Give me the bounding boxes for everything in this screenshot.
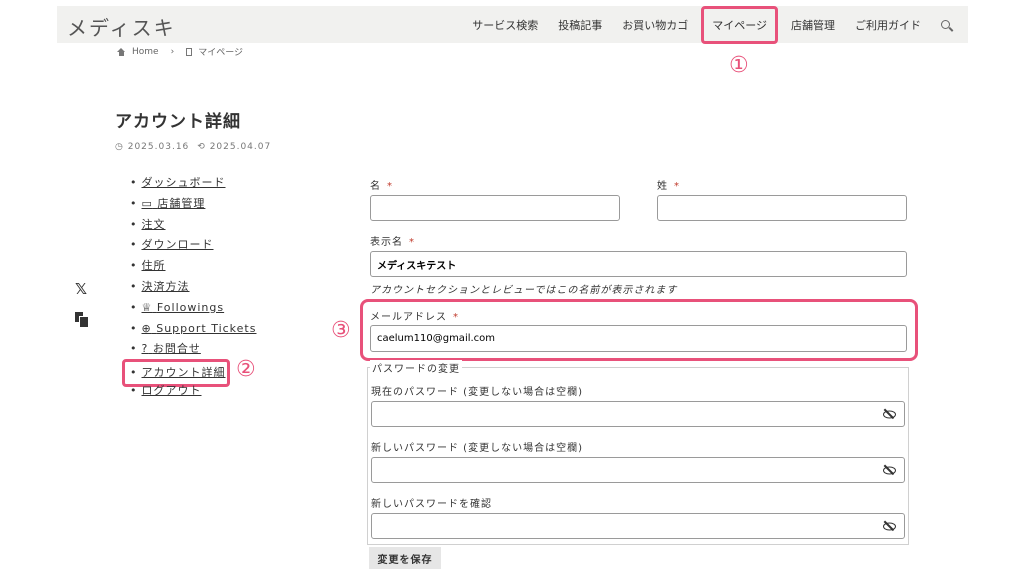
site-header: メディスキ サービス検索 投稿記事 お買い物カゴ マイページ 店舗管理 ご利用ガ… <box>57 5 968 44</box>
eye-slash-icon[interactable] <box>882 466 896 475</box>
confirm-password-input[interactable] <box>371 513 905 539</box>
nav-store-management[interactable]: 店舗管理 <box>781 17 845 33</box>
save-changes-button[interactable]: 変更を保存 <box>369 547 441 569</box>
eye-slash-icon[interactable] <box>882 522 896 531</box>
new-password-input[interactable] <box>371 457 905 483</box>
search-icon <box>941 19 950 29</box>
password-legend: パスワードの変更 <box>370 360 462 375</box>
store-icon: ▭ <box>141 196 153 210</box>
last-name-label: 姓 * <box>657 181 680 192</box>
menu-item-addresses[interactable]: • 住所 <box>130 258 256 279</box>
annotation-1: ① <box>729 53 749 78</box>
email-input[interactable]: caelum110@gmail.com <box>370 325 907 352</box>
menu-item-dashboard[interactable]: • ダッシュボード <box>130 175 256 196</box>
published-date: ◷ 2025.03.16 <box>115 142 190 152</box>
crown-icon: ♕ <box>141 300 153 314</box>
display-name-hint: アカウントセクションとレビューではこの名前が表示されます <box>370 285 678 296</box>
breadcrumb: Home › マイページ <box>117 45 243 58</box>
menu-item-orders[interactable]: • 注文 <box>130 217 256 238</box>
main-nav: サービス検索 投稿記事 お買い物カゴ マイページ 店舗管理 ご利用ガイド <box>462 5 968 44</box>
nav-cart[interactable]: お買い物カゴ <box>612 17 698 33</box>
menu-item-store-management[interactable]: • ▭ 店舗管理 <box>130 196 256 217</box>
menu-item-payment-methods[interactable]: • 決済方法 <box>130 279 256 300</box>
nav-posts[interactable]: 投稿記事 <box>548 17 612 33</box>
confirm-password-label: 新しいパスワードを確認 <box>371 499 492 510</box>
first-name-input[interactable] <box>370 195 620 221</box>
annotation-3: ③ <box>331 318 351 343</box>
last-name-input[interactable] <box>657 195 907 221</box>
search-button[interactable] <box>931 18 968 32</box>
post-dates: ◷ 2025.03.16 ⟲ 2025.04.07 <box>115 142 271 152</box>
menu-item-support-tickets[interactable]: • ⊕ Support Tickets <box>130 321 256 342</box>
email-label: メールアドレス * <box>370 312 459 323</box>
breadcrumb-current: マイページ <box>198 48 244 58</box>
nav-service-search[interactable]: サービス検索 <box>462 17 548 33</box>
copy-link-icon[interactable] <box>75 312 89 330</box>
clock-icon: ◷ <box>115 142 124 152</box>
breadcrumb-home[interactable]: Home <box>132 47 159 57</box>
display-name-label: 表示名 * <box>370 237 415 248</box>
home-icon <box>117 47 126 56</box>
menu-item-downloads[interactable]: • ダウンロード <box>130 237 256 258</box>
menu-item-logout[interactable]: • ログアウト <box>130 383 256 404</box>
copy-icon <box>75 312 89 328</box>
support-icon: ⊕ <box>141 321 152 335</box>
menu-item-followings[interactable]: • ♕ Followings <box>130 300 256 321</box>
page-icon <box>186 47 193 56</box>
page-title: アカウント詳細 <box>115 112 241 132</box>
current-password-input[interactable] <box>371 401 905 427</box>
current-password-label: 現在のパスワード (変更しない場合は空欄) <box>371 387 583 398</box>
x-share-icon[interactable]: 𝕏 <box>75 280 87 298</box>
updated-date: ⟲ 2025.04.07 <box>197 142 272 152</box>
nav-guide[interactable]: ご利用ガイド <box>845 17 931 33</box>
first-name-label: 名 * <box>370 181 393 192</box>
display-name-input[interactable]: メディスキテスト <box>370 251 907 277</box>
site-logo[interactable]: メディスキ <box>67 12 176 41</box>
eye-slash-icon[interactable] <box>882 410 896 419</box>
account-menu: • ダッシュボード • ▭ 店舗管理 • 注文 • ダウンロード • 住所 • 決済方法 •… <box>122 175 256 404</box>
refresh-icon: ⟲ <box>197 142 206 152</box>
breadcrumb-separator: › <box>170 46 175 57</box>
nav-mypage[interactable]: マイページ <box>701 5 778 44</box>
question-icon: ? <box>141 342 149 356</box>
new-password-label: 新しいパスワード (変更しない場合は空欄) <box>371 443 583 454</box>
